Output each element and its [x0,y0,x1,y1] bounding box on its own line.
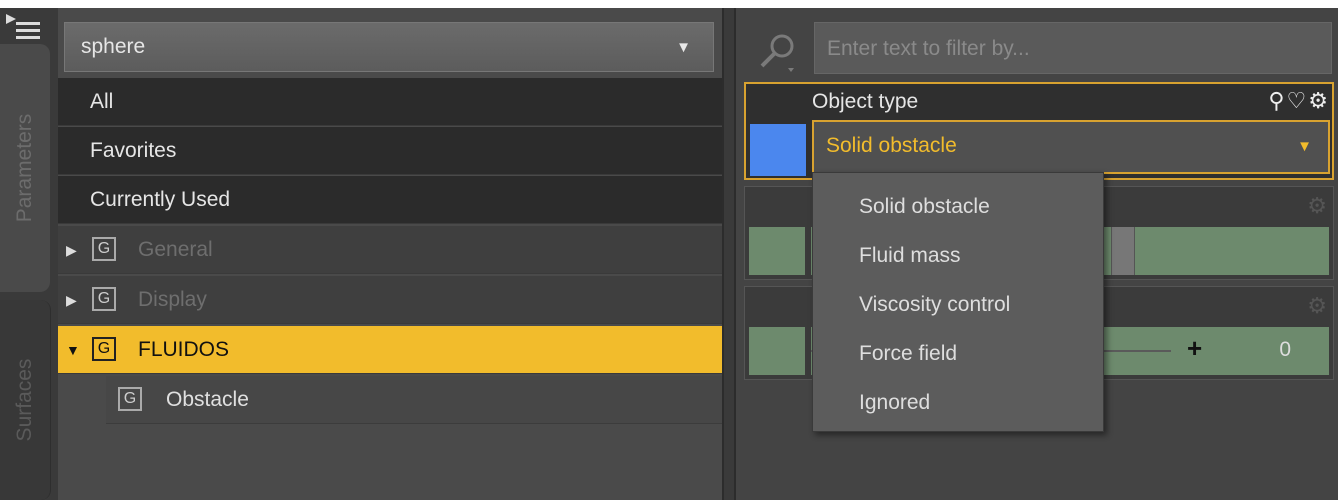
collapse-arrow-icon[interactable]: ▼ [66,342,80,358]
property-color-block [749,327,805,375]
link-icon[interactable]: ⚲ [1268,88,1284,114]
gear-icon[interactable]: ⚙ [1308,88,1328,114]
node-select-value: sphere [81,35,146,58]
filter-favorites[interactable]: Favorites [58,127,722,175]
tab-surfaces-label: Surfaces [13,358,36,442]
plus-icon[interactable]: + [1187,333,1202,364]
expand-arrow-icon[interactable]: ▶ [66,242,77,259]
menu-item-ignored[interactable]: Ignored [859,391,930,415]
filter-all-label: All [90,90,114,113]
search-icon[interactable] [756,30,800,74]
tab-surfaces[interactable]: Surfaces [0,300,51,500]
property-color-swatch [750,124,806,176]
filter-all[interactable]: All [58,78,722,126]
group-display-label: Display [138,288,207,311]
group-badge-icon: G [92,337,116,361]
node-select[interactable]: sphere ▼ [64,22,714,72]
group-fluidos-label: FLUIDOS [138,338,230,361]
filter-currently-used[interactable]: Currently Used [58,176,722,224]
object-type-dropdown[interactable]: Solid obstacle ▼ [812,120,1330,174]
subgroup-obstacle[interactable]: G Obstacle [106,376,722,424]
group-display[interactable]: ▶ G Display [58,276,722,324]
group-general-label: General [138,238,213,261]
heart-icon[interactable]: ♡ [1287,88,1307,114]
chevron-down-icon: ▼ [676,39,691,56]
expand-arrow-icon[interactable]: ▶ [66,292,77,309]
slider-value[interactable]: 0 [1279,338,1291,362]
tab-parameters-label: Parameters [13,113,36,223]
group-fluidos[interactable]: ▼ G FLUIDOS [58,326,722,374]
group-general[interactable]: ▶ G General [58,226,722,274]
menu-item-solid-obstacle[interactable]: Solid obstacle [859,195,990,219]
object-type-menu: Solid obstacle Fluid mass Viscosity cont… [812,172,1104,432]
group-badge-icon: G [92,287,116,311]
vertical-tab-strip: Parameters Surfaces [0,8,56,500]
group-badge-icon: G [118,387,142,411]
filter-input[interactable] [825,23,1319,75]
property-groups-panel: sphere ▼ All Favorites Currently Used ▶ … [58,8,722,500]
tab-parameters[interactable]: Parameters [0,44,50,292]
gear-icon[interactable]: ⚙ [1307,193,1327,219]
gear-icon[interactable]: ⚙ [1307,293,1327,319]
slider-knob[interactable] [1111,227,1135,275]
chevron-down-icon: ▼ [1297,138,1312,155]
filter-currently-used-label: Currently Used [90,188,231,211]
filter-field[interactable] [814,22,1332,75]
menu-item-viscosity-control[interactable]: Viscosity control [859,293,1010,317]
menu-item-fluid-mass[interactable]: Fluid mass [859,244,961,268]
property-icons: ⚲♡⚙ [1266,88,1328,116]
property-color-block [749,227,805,275]
filter-favorites-label: Favorites [90,139,177,162]
subgroup-obstacle-label: Obstacle [166,388,249,411]
object-type-value: Solid obstacle [826,134,957,157]
app-window: Parameters Surfaces sphere ▼ All Favorit… [0,8,1338,500]
pane-splitter[interactable] [722,8,736,500]
object-type-property: Object type ⚲♡⚙ Solid obstacle ▼ [744,82,1334,180]
property-title: Object type [812,90,919,113]
menu-item-force-field[interactable]: Force field [859,342,957,366]
group-badge-icon: G [92,237,116,261]
